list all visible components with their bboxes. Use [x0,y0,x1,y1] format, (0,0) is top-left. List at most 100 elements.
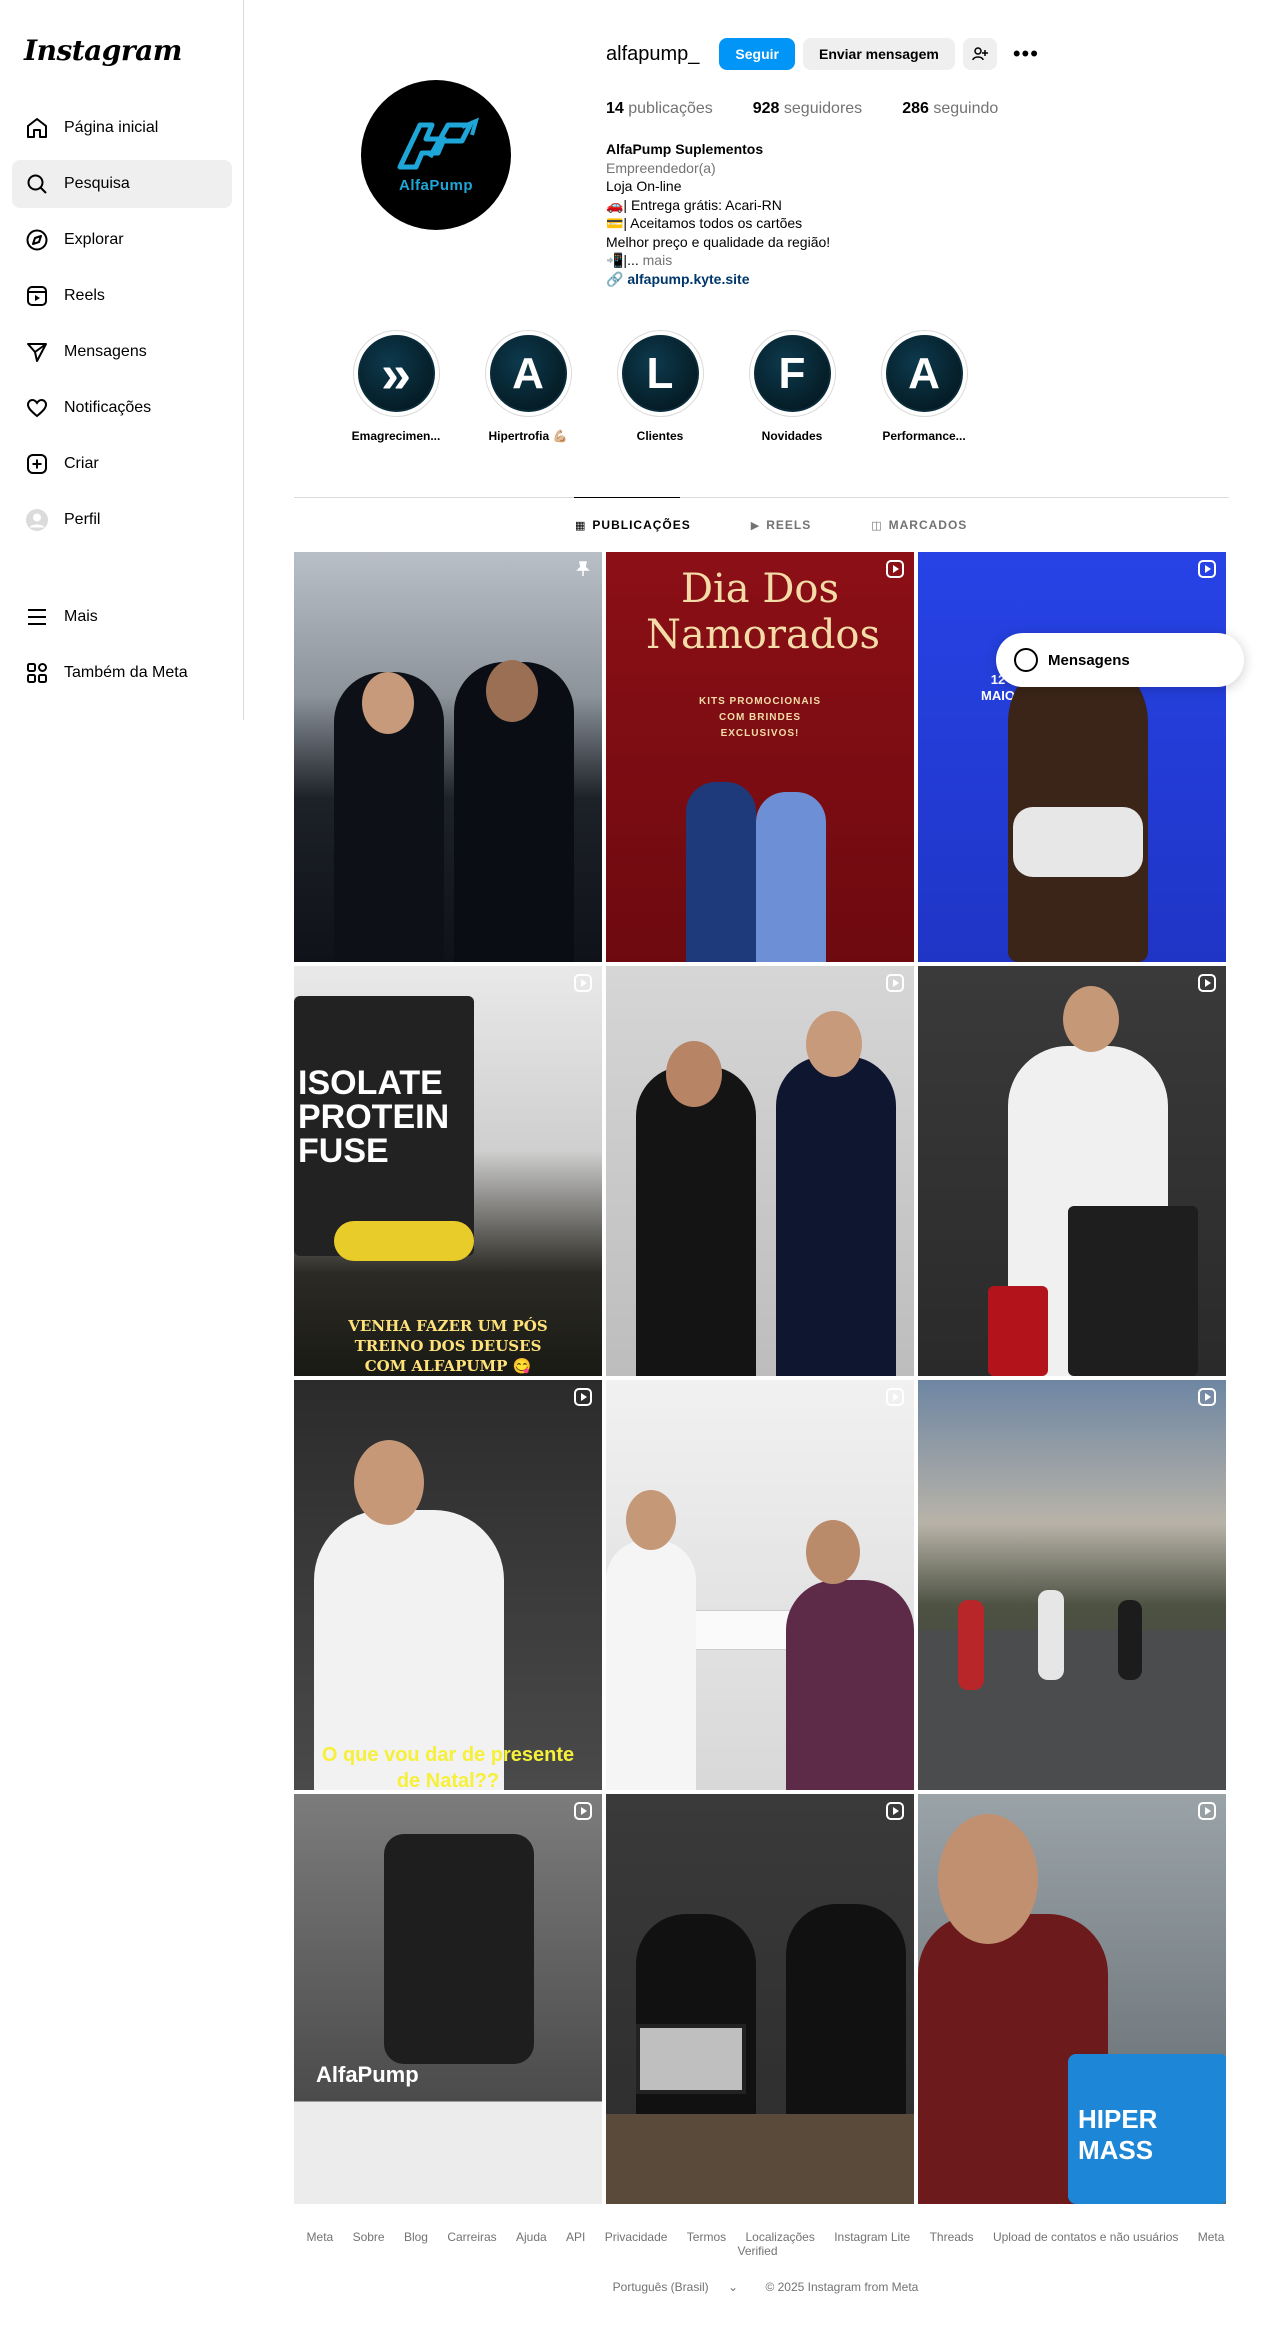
grid-icon: ▦ [575,519,587,532]
highlight-cover: F [753,335,831,412]
post-thumbnail[interactable] [294,552,602,962]
product-name: ISOLATE PROTEIN FUSE [298,1064,450,1170]
tab-reels[interactable]: ▶ REELS [751,518,811,532]
post-thumbnail[interactable] [606,1380,914,1790]
post-thumbnail[interactable]: HIPER MASS [918,1794,1226,2204]
highlight-item[interactable]: L Clientes [594,330,726,443]
post-thumbnail[interactable] [918,966,1226,1376]
more-options-icon[interactable]: ••• [1013,41,1039,67]
post-thumbnail[interactable] [606,966,914,1376]
highlight-item[interactable]: A Performance... [858,330,990,443]
following-link[interactable]: 286 seguindo [902,100,998,118]
sidebar-item-label: Criar [64,455,99,472]
footer-link[interactable]: Privacidade [605,2230,668,2244]
reel-icon [1198,1802,1216,1820]
bio-link-row[interactable]: 🔗 alfapump.kyte.site [606,270,830,289]
reel-icon [574,1388,592,1406]
footer-link[interactable]: API [566,2230,585,2244]
sidebar-item-create[interactable]: Criar [12,440,232,488]
add-user-icon [972,47,988,61]
highlight-label: Performance... [882,429,966,443]
person-figure [786,1904,906,2114]
footer-link[interactable]: Carreiras [447,2230,496,2244]
highlight-cover: » [357,335,435,412]
display-counter [606,2114,914,2204]
footer-link[interactable]: Threads [930,2230,974,2244]
face [806,1520,860,1584]
profile-avatar[interactable]: AlfaPump [361,80,511,230]
footer-link[interactable]: Termos [687,2230,726,2244]
story-highlights: » Emagrecimen... A Hipertrofia 💪🏼 L Clie… [330,330,990,443]
alfapump-logo-icon [397,117,480,169]
reel-icon [1198,560,1216,578]
runner-figure [1038,1590,1064,1680]
footer-link[interactable]: Sobre [353,2230,385,2244]
send-icon [24,339,50,365]
bio-link[interactable]: alfapump.kyte.site [627,271,749,287]
messenger-icon [1014,648,1038,672]
highlight-item[interactable]: A Hipertrofia 💪🏼 [462,330,594,443]
tab-tagged[interactable]: ◫ MARCADOS [871,518,967,532]
instagram-logo[interactable]: Instagram [24,34,182,67]
post-thumbnail[interactable]: O que vou dar de presente de Natal?? [294,1380,602,1790]
highlight-label: Clientes [636,429,684,443]
messages-bubble[interactable]: Mensagens [996,633,1244,687]
footer-link[interactable]: Upload de contatos e não usuários [993,2230,1178,2244]
alfapump-watermark-logo: AlfaPump [316,2062,419,2087]
highlight-item[interactable]: F Novidades [726,330,858,443]
sidebar-item-label: Também da Meta [64,664,188,681]
highlight-ring: F [748,330,836,417]
active-tab-indicator [574,497,680,498]
reel-icon [1198,1388,1216,1406]
product-bag [1068,1206,1198,1376]
footer-link[interactable]: Instagram Lite [834,2230,910,2244]
sidebar-item-notifications[interactable]: Notificações [12,384,232,432]
sidebar-item-profile[interactable]: Perfil [12,496,232,544]
sidebar-item-explore[interactable]: Explorar [12,216,232,264]
highlight-ring: A [880,330,968,417]
footer-link[interactable]: Localizações [745,2230,814,2244]
laptop [636,2024,746,2094]
face [1063,986,1119,1052]
sidebar-item-messages[interactable]: Mensagens [12,328,232,376]
post-thumbnail[interactable] [606,1794,914,2204]
suggest-users-button[interactable] [962,38,997,70]
bio-more-link[interactable]: mais [643,252,673,268]
post-thumbnail[interactable]: 12 MAIO [918,552,1226,962]
followers-link[interactable]: 928 seguidores [753,100,862,118]
menu-icon [24,604,50,630]
post-thumbnail[interactable]: ISOLATE PROTEIN FUSE VENHA FAZER UM PÓS … [294,966,602,1376]
footer-link[interactable]: Ajuda [516,2230,547,2244]
sidebar-item-meta[interactable]: Também da Meta [12,649,232,697]
sidebar-item-home[interactable]: Página inicial [12,104,232,152]
post-caption: O que vou dar de presente de Natal?? [321,1744,575,1790]
tab-posts[interactable]: ▦ PUBLICAÇÕES [575,518,691,532]
sidebar-item-search[interactable]: Pesquisa [12,160,232,208]
highlight-label: Hipertrofia 💪🏼 [488,429,568,443]
footer-link[interactable]: Blog [404,2230,428,2244]
sidebar-item-more[interactable]: Mais [12,593,232,641]
face [938,1814,1038,1944]
follow-button[interactable]: Seguir [719,38,795,70]
footer-link[interactable]: Meta [307,2230,334,2244]
bio-category: Empreendedor(a) [606,159,716,176]
language-select[interactable]: Português (Brasil) ⌄ [605,2280,746,2294]
post-thumbnail[interactable] [918,1380,1226,1790]
posts-grid: Dia Dos Namorados KITS PROMOCIONAIS COM … [294,552,1229,2204]
sidebar-item-label: Explorar [64,231,124,248]
posts-count: 14 publicações [606,100,713,117]
sidebar-item-label: Reels [64,287,105,304]
search-icon [24,171,50,197]
post-caption: VENHA FAZER UM PÓS TREINO DOS DEUSES COM… [348,1317,548,1375]
post-subtitle: KITS PROMOCIONAIS COM BRINDES EXCLUSIVOS… [698,696,821,739]
sidebar-item-label: Página inicial [64,119,159,136]
username: alfapump_ [606,42,700,65]
send-message-button[interactable]: Enviar mensagem [802,38,955,70]
highlight-item[interactable]: » Emagrecimen... [330,330,462,443]
highlight-ring: » [352,330,440,417]
person-figure [786,1580,914,1790]
post-thumbnail[interactable]: Dia Dos Namorados KITS PROMOCIONAIS COM … [606,552,914,962]
post-thumbnail[interactable]: AlfaPump [294,1794,602,2204]
reel-icon [886,974,904,992]
sidebar-item-reels[interactable]: Reels [12,272,232,320]
